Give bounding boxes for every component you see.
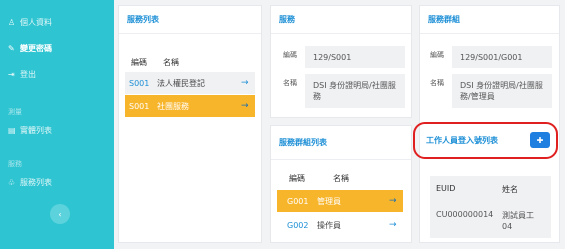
sidebar-section-label: 測量	[8, 108, 22, 116]
column-header-name: 名稱	[163, 58, 179, 67]
group-icon: ♧	[8, 177, 16, 187]
staff-euid[interactable]: CU000000014	[436, 210, 493, 219]
name-field: DSI 身份證明局/社團服務/管理員	[452, 74, 552, 108]
code-field: 129/S001	[305, 46, 405, 68]
column-header-euid: EUID	[436, 184, 456, 193]
column-header-name: 姓名	[502, 185, 518, 194]
row-name: 操作員	[317, 220, 341, 230]
add-user-icon: ✚	[536, 135, 544, 145]
row-name: 管理員	[317, 196, 341, 206]
sidebar-item-logout[interactable]: ⇥ 登出	[0, 63, 114, 85]
service-panel: 服務 編碼 129/S001 名稱 DSI 身份證明局/社團服務	[270, 5, 412, 118]
sidebar-item-label: 登出	[20, 69, 36, 79]
arrow-right-icon[interactable]: →	[241, 78, 255, 88]
user-icon: ♙	[8, 17, 16, 27]
table-row-selected[interactable]: G001 管理員 →	[277, 190, 403, 212]
table-row[interactable]: G002 操作員 →	[277, 214, 403, 236]
arrow-right-icon[interactable]: →	[389, 220, 403, 230]
logout-icon: ⇥	[8, 69, 15, 79]
sidebar-item-entity-list[interactable]: ▤ 實體列表	[0, 119, 114, 141]
sidebar-item-service-list[interactable]: ♧ 服務列表	[0, 171, 114, 193]
service-group-list-panel: 服務群組列表 編碼 名稱 G001 管理員 → G002 操作員 →	[270, 125, 412, 243]
arrow-right-icon[interactable]: →	[389, 196, 403, 206]
name-label: 名稱	[283, 79, 297, 87]
sidebar: ♙ 個人資料 ✎ 變更密碼 ⇥ 登出 測量 ▤ 實體列表 服務 ♧ 服務列表 ‹	[0, 0, 114, 249]
table-row[interactable]: S001 法人權民登記 →	[125, 72, 255, 94]
panel-title: 服務群組	[420, 6, 559, 34]
name-label: 名稱	[430, 79, 444, 87]
sidebar-section-label: 服務	[8, 160, 22, 168]
panel-title: 服務	[271, 6, 411, 34]
row-code: S001	[129, 78, 150, 88]
code-label: 編碼	[283, 51, 297, 59]
panel-title: 服務群組列表	[271, 126, 411, 160]
staff-name[interactable]: 測試員工04	[502, 210, 542, 232]
row-code: S001	[129, 101, 150, 111]
sidebar-item-label: 變更密碼	[20, 43, 52, 53]
column-header-code: 編碼	[131, 58, 147, 67]
collapse-sidebar-button[interactable]: ‹	[50, 204, 70, 224]
code-field: 129/S001/G001	[452, 46, 552, 68]
staff-table: EUID 姓名 CU000000014 測試員工04	[430, 176, 551, 238]
column-header-code: 編碼	[289, 174, 305, 183]
arrow-right-icon[interactable]: →	[241, 101, 255, 111]
code-label: 編碼	[430, 51, 444, 59]
panel-title: 服務列表	[119, 6, 261, 34]
add-user-button[interactable]: ✚	[530, 132, 550, 148]
name-field: DSI 身份證明局/社團服務	[305, 74, 405, 108]
sidebar-item-label: 實體列表	[20, 125, 52, 135]
row-code: G001	[287, 196, 309, 206]
sidebar-item-change-password[interactable]: ✎ 變更密碼	[0, 37, 114, 59]
column-header-name: 名稱	[333, 174, 349, 183]
sidebar-item-label: 服務列表	[20, 177, 52, 187]
table-row-selected[interactable]: S001 社團服務 →	[125, 95, 255, 117]
chevron-left-icon: ‹	[58, 209, 62, 219]
key-icon: ✎	[8, 43, 15, 53]
row-code: G002	[287, 220, 309, 230]
sidebar-item-label: 個人資料	[20, 17, 52, 27]
sidebar-item-profile[interactable]: ♙ 個人資料	[0, 11, 114, 33]
service-list-panel: 服務列表 編碼 名稱 S001 法人權民登記 → S001 社團服務 →	[118, 5, 262, 243]
list-icon: ▤	[8, 125, 16, 135]
row-name: 法人權民登記	[157, 78, 205, 88]
row-name: 社團服務	[157, 101, 189, 111]
